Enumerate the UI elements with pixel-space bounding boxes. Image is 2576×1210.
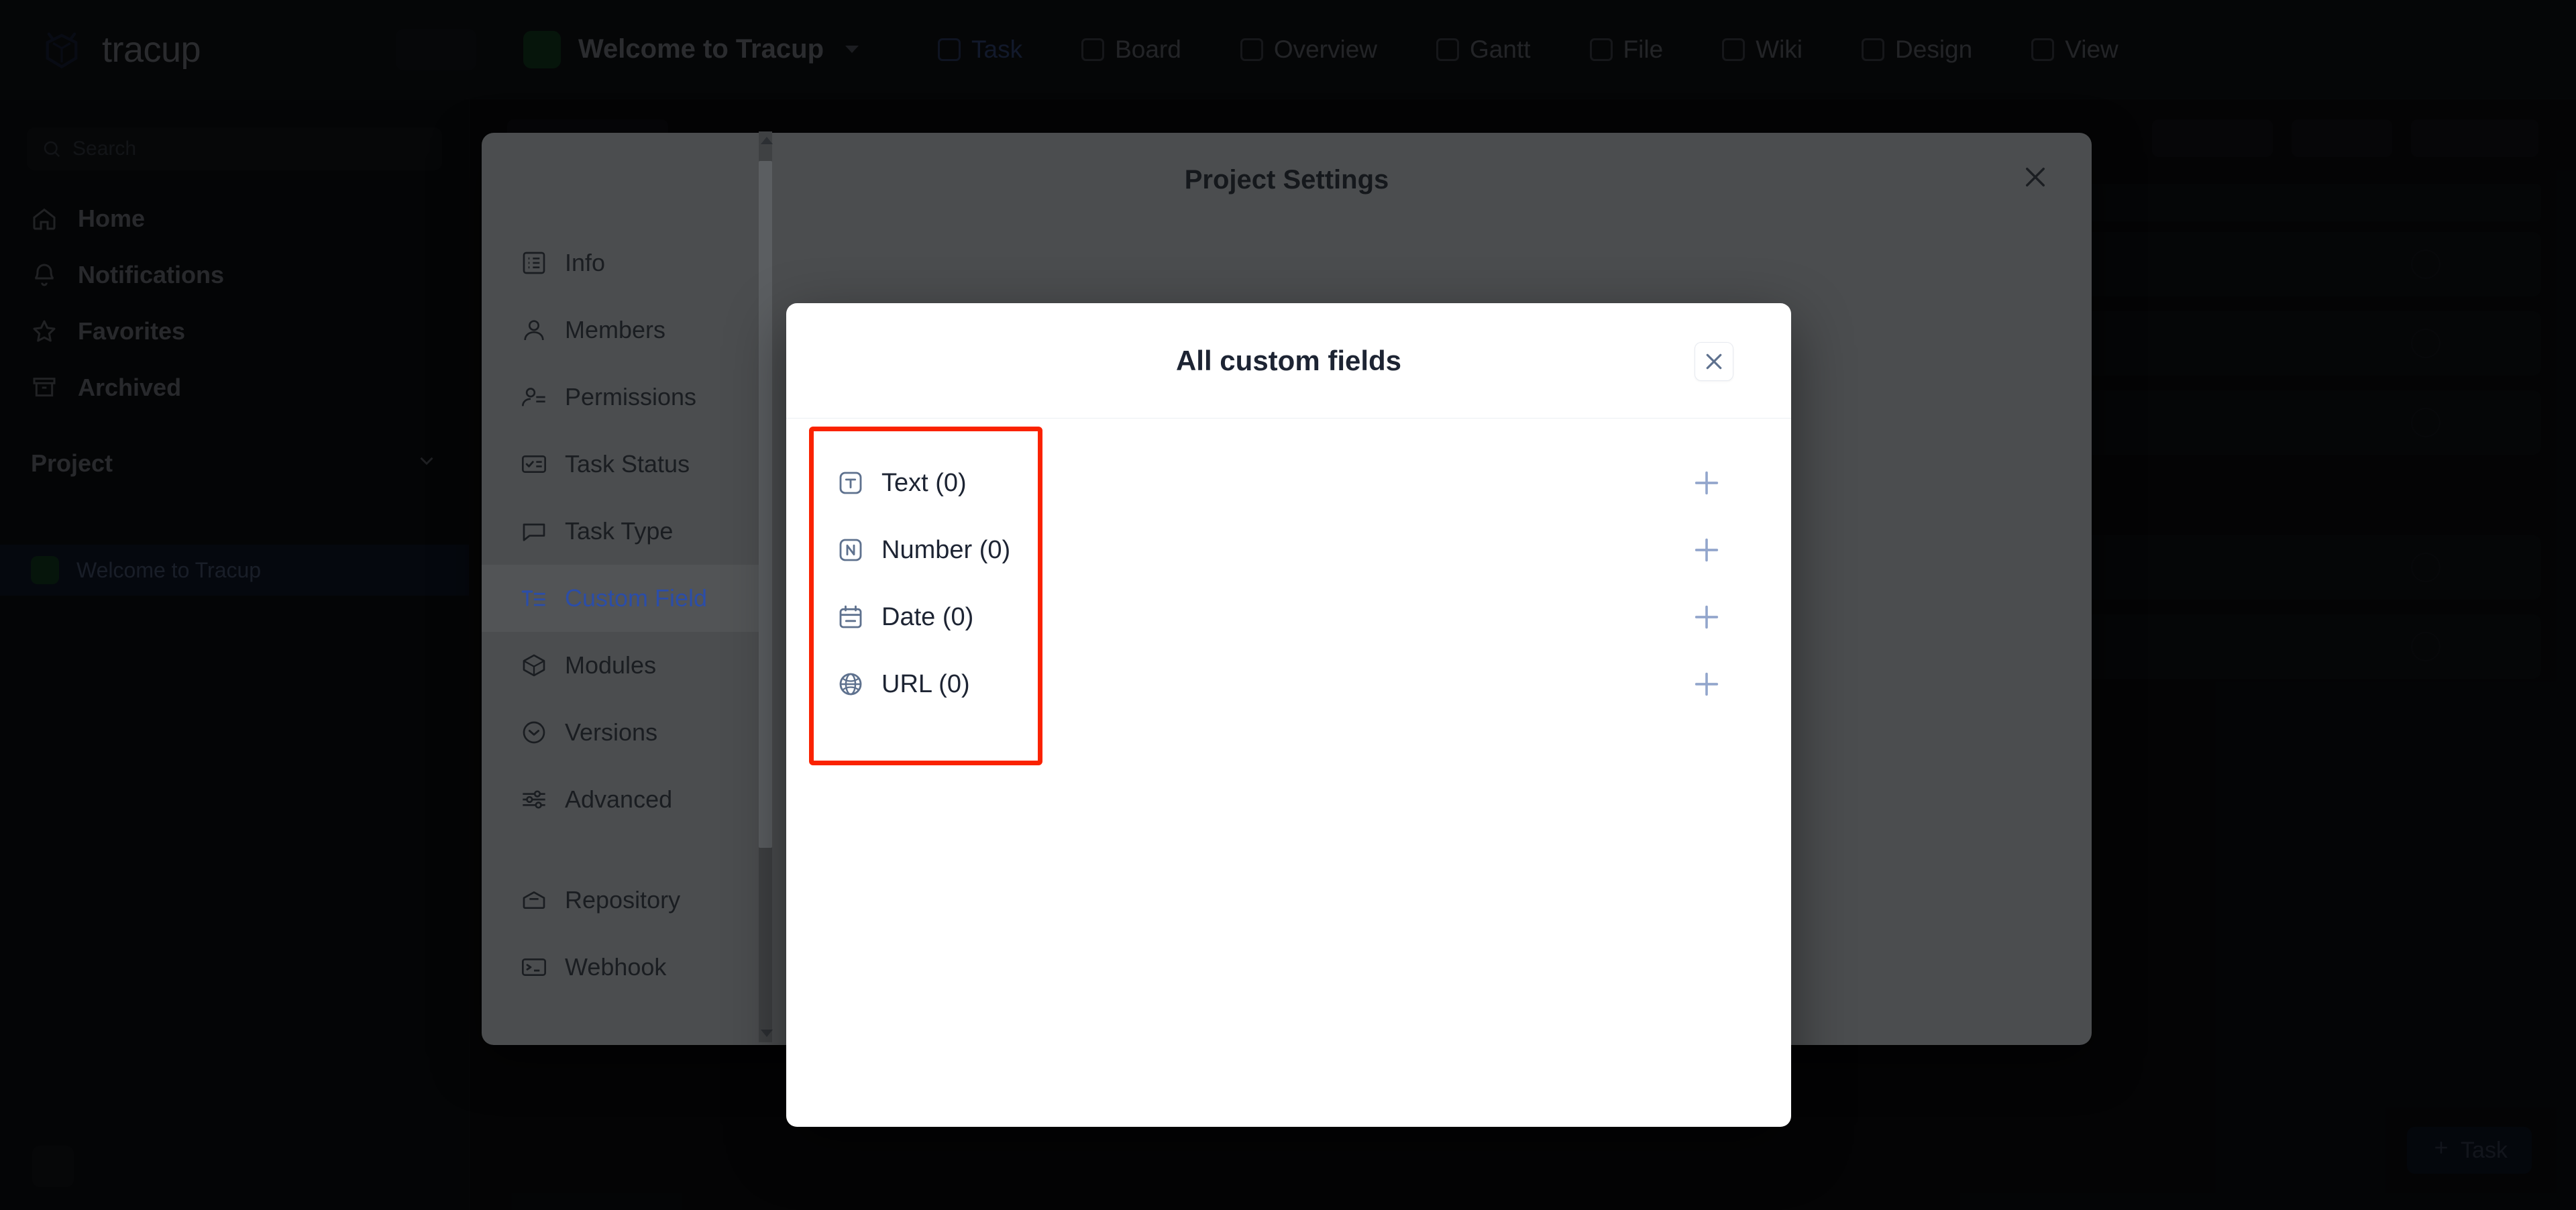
- add-date-field-button[interactable]: [1689, 600, 1724, 635]
- calendar-icon: [837, 604, 864, 630]
- info-list-icon: [521, 250, 547, 276]
- settings-nav-info[interactable]: Info: [482, 229, 763, 296]
- settings-nav-custom-field[interactable]: Custom Field: [482, 565, 763, 632]
- all-custom-fields-dialog: All custom fields Text (0) Number (0) Da…: [786, 303, 1791, 1127]
- settings-nav-label: Task Status: [565, 450, 690, 478]
- settings-nav-permissions[interactable]: Permissions: [482, 364, 763, 431]
- custom-field-row-date[interactable]: Date (0): [786, 584, 1791, 651]
- settings-nav-label: Permissions: [565, 383, 697, 410]
- settings-nav-task-status[interactable]: Task Status: [482, 431, 763, 498]
- project-settings-nav: Info Members Permissions Task Status Tas…: [482, 215, 763, 1045]
- project-settings-close-button[interactable]: [2018, 160, 2053, 195]
- settings-nav-members[interactable]: Members: [482, 296, 763, 364]
- settings-nav-modules[interactable]: Modules: [482, 632, 763, 699]
- plus-icon: [1695, 538, 1719, 562]
- nav-divider: [482, 833, 763, 867]
- plus-icon: [1695, 471, 1719, 495]
- settings-nav-label: Repository: [565, 886, 681, 914]
- custom-field-row-url[interactable]: URL (0): [786, 651, 1791, 718]
- custom-field-row-label-group: Number (0): [837, 536, 1010, 565]
- custom-field-label: Date (0): [881, 602, 974, 631]
- sliders-icon: [521, 786, 547, 813]
- caret-down-icon[interactable]: [761, 1030, 773, 1037]
- add-url-field-button[interactable]: [1689, 667, 1724, 702]
- settings-nav-label: Custom Field: [565, 584, 708, 612]
- circle-chevron-down-icon: [521, 719, 547, 746]
- custom-fields-close-button[interactable]: [1695, 342, 1733, 381]
- globe-icon: [837, 671, 864, 698]
- repository-icon: [521, 887, 547, 914]
- plus-icon: [1695, 672, 1719, 696]
- user-lines-icon: [521, 384, 547, 410]
- settings-nav-versions[interactable]: Versions: [482, 699, 763, 766]
- add-text-field-button[interactable]: [1689, 465, 1724, 500]
- text-field-icon: [837, 470, 864, 496]
- custom-field-row-text[interactable]: Text (0): [786, 449, 1791, 516]
- user-icon: [521, 317, 547, 343]
- task-status-icon: [521, 451, 547, 478]
- custom-fields-header: All custom fields: [786, 303, 1791, 419]
- settings-nav-label: Task Type: [565, 517, 674, 545]
- settings-nav-label: Advanced: [565, 785, 673, 813]
- close-icon: [1706, 353, 1722, 370]
- custom-field-row-label-group: Text (0): [837, 469, 967, 498]
- project-settings-title: Project Settings: [1184, 165, 1389, 195]
- custom-field-label: Text (0): [881, 468, 967, 497]
- caret-up-icon[interactable]: [761, 137, 773, 144]
- plus-icon: [1695, 605, 1719, 629]
- project-settings-header: Project Settings: [482, 133, 2092, 215]
- webhook-terminal-icon: [521, 954, 547, 981]
- custom-field-row-label-group: URL (0): [837, 670, 970, 699]
- settings-nav-task-type[interactable]: Task Type: [482, 498, 763, 565]
- settings-nav-repository[interactable]: Repository: [482, 867, 763, 934]
- cube-icon: [521, 652, 547, 679]
- custom-field-label: URL (0): [881, 669, 970, 698]
- settings-nav-advanced[interactable]: Advanced: [482, 766, 763, 833]
- close-icon: [2026, 168, 2045, 186]
- settings-nav-label: Versions: [565, 718, 658, 746]
- number-field-icon: [837, 537, 864, 563]
- task-type-icon: [521, 518, 547, 545]
- settings-nav-label: Info: [565, 249, 606, 276]
- settings-nav-label: Members: [565, 316, 666, 343]
- custom-fields-title: All custom fields: [1175, 345, 1402, 376]
- add-number-field-button[interactable]: [1689, 533, 1724, 567]
- settings-nav-label: Modules: [565, 651, 657, 679]
- text-lines-icon: [521, 585, 547, 612]
- custom-field-row-label-group: Date (0): [837, 603, 973, 632]
- scrollbar-thumb[interactable]: [759, 161, 772, 848]
- settings-nav-scrollbar[interactable]: [757, 131, 774, 1042]
- settings-nav-label: Webhook: [565, 953, 667, 981]
- settings-nav-webhook[interactable]: Webhook: [482, 934, 763, 1001]
- custom-field-type-list: Text (0) Number (0) Date (0) URL (0): [786, 419, 1791, 718]
- custom-field-row-number[interactable]: Number (0): [786, 516, 1791, 584]
- custom-field-label: Number (0): [881, 535, 1011, 564]
